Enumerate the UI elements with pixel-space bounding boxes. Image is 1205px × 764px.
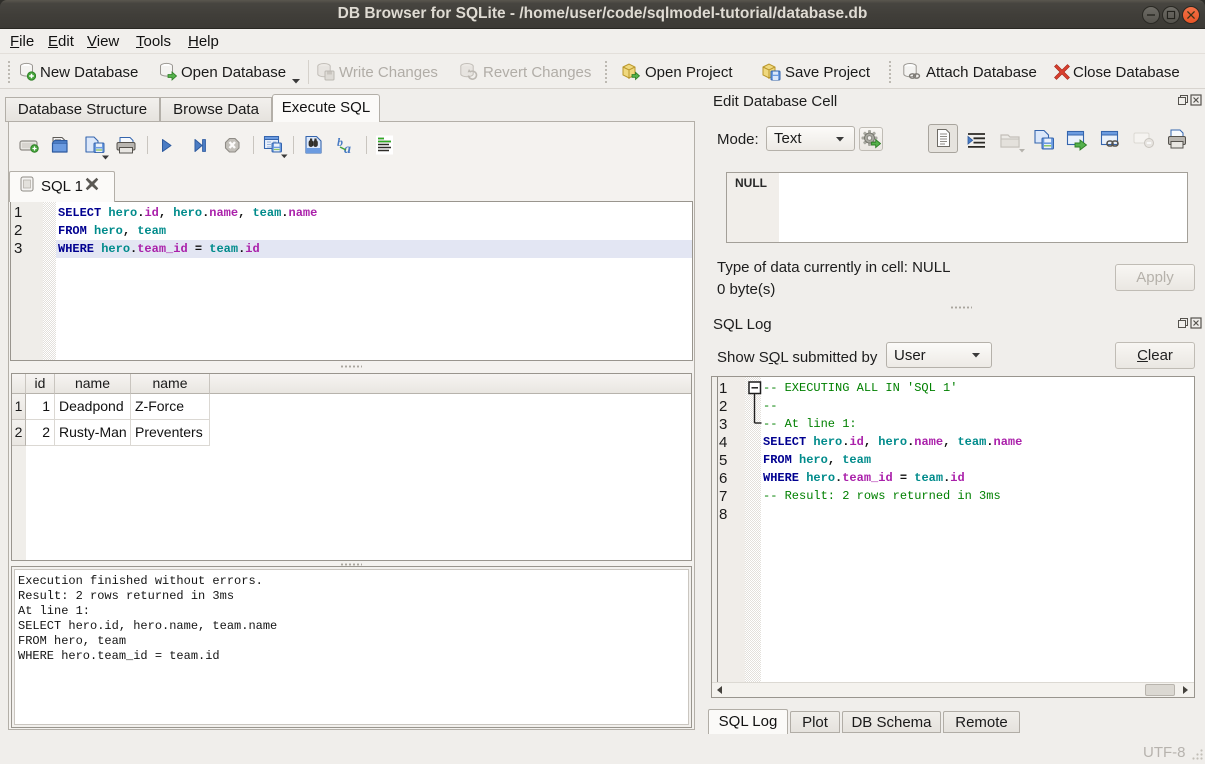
- svg-text:b: b: [337, 135, 343, 149]
